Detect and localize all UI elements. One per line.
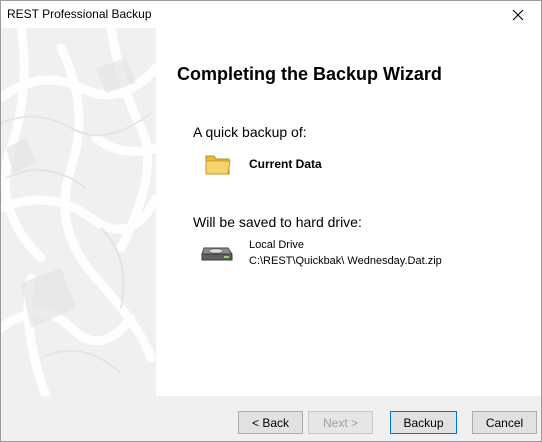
wizard-content: Completing the Backup Wizard A quick bac… [156, 28, 541, 396]
close-icon [512, 9, 524, 20]
close-button[interactable] [495, 1, 541, 28]
destination-label: Will be saved to hard drive: [193, 214, 362, 230]
button-bar: < Back Next > Backup Cancel [1, 396, 541, 441]
title-bar[interactable]: REST Professional Backup [1, 1, 541, 28]
destination-file-path: C:\REST\Quickbak\ Wednesday.Dat.zip [249, 255, 442, 267]
map-watermark-image [1, 28, 156, 396]
cancel-button[interactable]: Cancel [472, 411, 537, 434]
backup-button[interactable]: Backup [390, 411, 457, 434]
hard-drive-icon [201, 247, 233, 261]
folder-icon [205, 155, 231, 175]
window-title: REST Professional Backup [7, 7, 152, 21]
decorative-map-panel [1, 28, 156, 396]
next-button[interactable]: Next > [308, 411, 373, 434]
backup-wizard-window: REST Professional Backup Completing the … [0, 0, 542, 442]
source-data-name: Current Data [249, 157, 322, 171]
destination-drive-name: Local Drive [249, 239, 305, 251]
backup-source-label: A quick backup of: [193, 124, 307, 140]
back-button[interactable]: < Back [238, 411, 303, 434]
page-title: Completing the Backup Wizard [177, 64, 442, 84]
